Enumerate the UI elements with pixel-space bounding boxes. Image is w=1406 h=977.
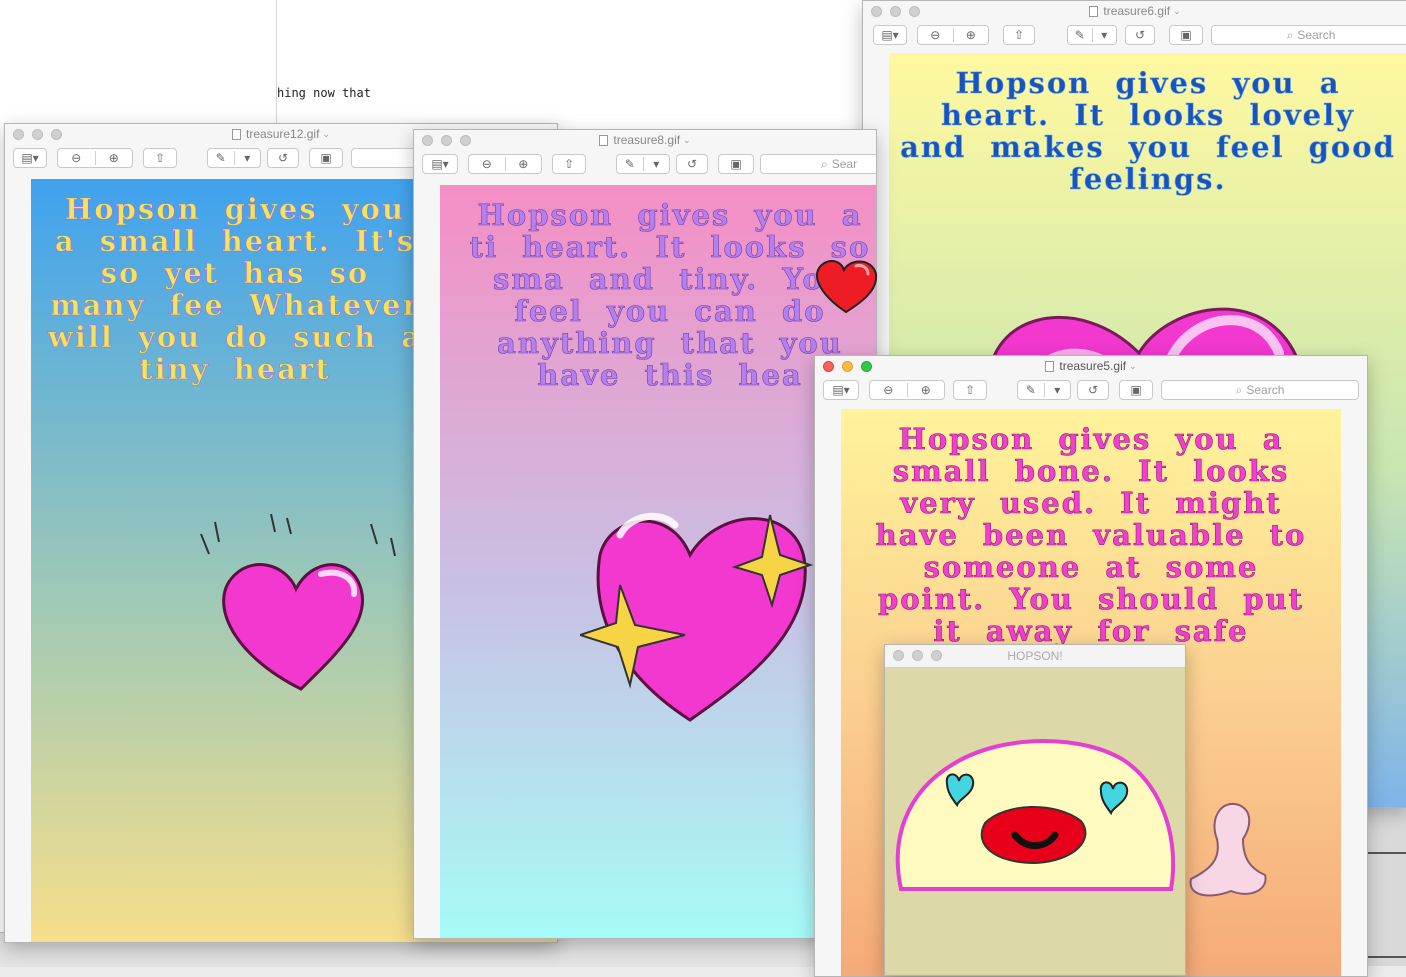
card-text: Hopson gives you a small heart. It's so … [47,192,423,386]
share-button[interactable]: ⇧ [953,380,987,400]
window-title: HOPSON! [1007,649,1063,663]
share-button[interactable]: ⇧ [143,148,177,168]
minimize-button[interactable] [890,6,901,17]
markup-menu-button[interactable]: ▾ [642,157,670,171]
close-button[interactable] [422,135,433,146]
window-titlebar[interactable]: treasure6.gif ⌄ [863,1,1406,21]
share-button[interactable]: ⇧ [1003,25,1035,45]
background-text-document: hing now that [0,0,880,140]
toolbox-button[interactable]: ▣ [309,148,343,168]
document-icon [232,128,242,140]
markup-menu-button[interactable]: ▾ [1043,383,1071,397]
search-icon: ⌕ [1286,27,1294,42]
search-icon: ⌕ [821,156,828,171]
zoom-out-button[interactable]: ⊖ [918,28,953,42]
zoom-button[interactable] [51,129,62,140]
chevron-down-icon[interactable]: ⌄ [1129,361,1137,372]
markup-menu-button[interactable]: ▾ [1091,28,1117,42]
red-heart-sticker [816,260,878,314]
document-icon [1045,360,1055,372]
markup-button[interactable]: ✎ [1068,28,1092,42]
window-titlebar[interactable]: treasure5.gif ⌄ [815,356,1367,376]
markup-button[interactable]: ✎ [208,151,234,165]
zoom-button[interactable] [909,6,920,17]
markup-button[interactable]: ✎ [1018,383,1044,397]
rotate-button[interactable]: ↺ [1077,380,1109,400]
document-icon [1089,5,1099,17]
close-button[interactable] [871,6,882,17]
zoom-out-button[interactable]: ⊖ [870,383,907,397]
chevron-down-icon[interactable]: ⌄ [322,129,330,140]
card-text: Hopson gives you a small bone. It looks … [875,422,1307,680]
minimize-button[interactable] [842,361,853,372]
hopson-character [895,739,1175,891]
sidebar-toggle-button[interactable]: ▤▾ [422,154,458,174]
zoom-button[interactable] [460,135,471,146]
document-text-line: hing now that [277,86,371,100]
toolbox-button[interactable]: ▣ [718,154,754,174]
minimize-button[interactable] [441,135,452,146]
minimize-button[interactable] [32,129,43,140]
share-button[interactable]: ⇧ [552,154,586,174]
search-field[interactable]: ⌕ Search [1211,25,1406,45]
rotate-button[interactable]: ↺ [676,154,708,174]
hopson-window[interactable]: HOPSON! [884,644,1186,976]
markup-button[interactable]: ✎ [617,157,643,171]
search-field[interactable]: ⌕ Sear [760,154,876,174]
sparkling-heart-illustration [580,512,814,722]
toolbox-button[interactable]: ▣ [1169,25,1203,45]
rotate-button[interactable]: ↺ [267,148,299,168]
zoom-out-button[interactable]: ⊖ [58,151,95,165]
document-icon [599,134,609,146]
zoom-out-button[interactable]: ⊖ [469,157,505,171]
sidebar-toggle-button[interactable]: ▤▾ [873,25,907,45]
zoom-in-button[interactable]: ⊕ [952,28,989,42]
window-title: treasure6.gif [1103,4,1171,18]
window-title: treasure5.gif [1059,359,1127,373]
chevron-down-icon[interactable]: ⌄ [1173,6,1181,17]
toolbox-button[interactable]: ▣ [1119,380,1153,400]
small-heart-illustration [200,514,396,691]
sidebar-toggle-button[interactable]: ▤▾ [823,380,859,400]
preview-window-treasure8[interactable]: treasure8.gif ⌄ ▤▾ ⊖ ⊕ ⇧ ✎ ▾ ↺ ▣ ⌕ Sear Hops… [413,129,877,939]
zoom-in-button[interactable]: ⊕ [504,157,542,171]
chevron-down-icon[interactable]: ⌄ [683,135,691,146]
zoom-in-button[interactable]: ⊕ [94,151,133,165]
bone-illustration [1189,802,1267,897]
search-icon: ⌕ [1235,382,1243,397]
card-text: Hopson gives you a heart. It looks lovel… [900,66,1396,196]
close-button[interactable] [823,361,834,372]
sidebar-toggle-button[interactable]: ▤▾ [13,148,47,168]
window-titlebar[interactable]: HOPSON! [885,645,1185,668]
zoom-button[interactable] [861,361,872,372]
zoom-in-button[interactable]: ⊕ [906,383,945,397]
search-field[interactable]: ⌕ Search [1161,380,1359,400]
markup-menu-button[interactable]: ▾ [233,151,261,165]
close-button[interactable] [13,129,24,140]
document-divider [276,0,277,140]
window-titlebar[interactable]: treasure8.gif ⌄ [414,130,876,150]
rotate-button[interactable]: ↺ [1125,25,1155,45]
window-title: treasure12.gif [246,127,320,141]
window-title: treasure8.gif [613,133,681,147]
